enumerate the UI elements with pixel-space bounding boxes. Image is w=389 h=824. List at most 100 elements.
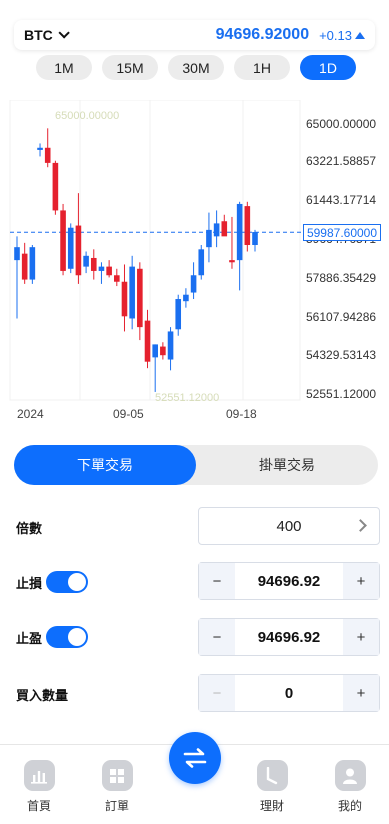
stop-loss-row-label: 止損 xyxy=(16,571,89,593)
candle-body xyxy=(198,249,205,276)
interval-1m[interactable]: 1M xyxy=(36,55,92,80)
swap-button[interactable] xyxy=(169,732,221,784)
leverage-label: 倍數 xyxy=(16,521,43,536)
candle-body xyxy=(75,225,82,276)
candle-body xyxy=(60,210,66,271)
candle-body xyxy=(244,206,251,246)
take-profit-increment-button[interactable]: + xyxy=(343,619,379,655)
quantity-label: 買入數量 xyxy=(16,688,69,703)
take-profit-label: 止盈 xyxy=(16,630,43,646)
take-profit-row-label: 止盈 xyxy=(16,626,89,648)
nav-home-label: 首頁 xyxy=(26,799,51,813)
candle-body xyxy=(160,346,166,356)
quantity-increment-button[interactable]: + xyxy=(343,675,379,711)
candle-body xyxy=(183,294,189,302)
y-tick-label: 65000.00000 xyxy=(306,117,377,131)
nav-orders-label: 訂單 xyxy=(104,799,129,813)
orders-grid-icon xyxy=(101,760,133,791)
stop-loss-increment-button[interactable]: + xyxy=(343,563,379,599)
interval-1d[interactable]: 1D xyxy=(300,55,356,80)
candle-body xyxy=(236,203,243,261)
nav-finance[interactable]: 理財 xyxy=(247,760,297,814)
candle-body xyxy=(37,147,43,150)
candle-body xyxy=(190,275,197,293)
nav-finance-label: 理財 xyxy=(259,799,284,813)
symbol-label: BTC xyxy=(24,27,53,43)
take-profit-stepper: − 94696.92 + xyxy=(198,618,380,656)
trade-mode-tabs: 下單交易 掛單交易 xyxy=(14,445,378,485)
candle-body xyxy=(167,331,174,360)
price-change-value: +0.13 xyxy=(319,27,352,43)
candle-body xyxy=(52,162,59,211)
candle-body xyxy=(114,275,120,282)
ticker-header: BTC 94696.92000 +0.13 xyxy=(14,20,375,50)
interval-15m[interactable]: 15M xyxy=(102,55,158,80)
x-tick-label: 09-05 xyxy=(113,407,144,421)
swap-arrows-icon xyxy=(183,748,207,768)
candle-body xyxy=(83,255,89,267)
stop-loss-input[interactable]: 94696.92 xyxy=(235,563,343,599)
chevron-right-icon xyxy=(354,519,367,532)
finance-clock-icon xyxy=(256,760,288,791)
tab-pending-order[interactable]: 掛單交易 xyxy=(196,445,378,485)
quantity-input[interactable]: 0 xyxy=(235,675,343,711)
y-tick-label: 56107.94286 xyxy=(306,310,377,324)
leverage-value: 400 xyxy=(276,517,302,535)
candle-body xyxy=(175,299,182,330)
nav-profile[interactable]: 我的 xyxy=(325,760,375,814)
quantity-stepper: − 0 + xyxy=(198,674,380,712)
leverage-selector[interactable]: 400 xyxy=(198,507,380,545)
symbol-selector[interactable]: BTC xyxy=(24,27,70,43)
y-tick-label: 54329.53143 xyxy=(306,348,377,362)
candle-body xyxy=(29,247,36,280)
current-price: 94696.92000 xyxy=(215,26,310,43)
candle-body xyxy=(44,147,51,163)
nav-orders[interactable]: 訂單 xyxy=(92,760,142,814)
candle-body xyxy=(106,266,112,276)
interval-30m[interactable]: 30M xyxy=(168,55,224,80)
candle-body xyxy=(129,266,135,319)
take-profit-input[interactable]: 94696.92 xyxy=(235,619,343,655)
chart-high-marker: 65000.00000 xyxy=(55,110,120,122)
candle-body xyxy=(98,266,105,271)
candle-body xyxy=(144,320,151,362)
quantity-decrement-button[interactable]: − xyxy=(199,675,235,711)
candle-body xyxy=(229,260,235,263)
y-tick-label: 52551.12000 xyxy=(306,387,377,401)
candlestick-chart[interactable]: 65000.00000 52551.12000 65000.00000 6322… xyxy=(0,100,389,430)
nav-profile-label: 我的 xyxy=(337,799,362,813)
candle-body xyxy=(90,257,97,271)
candle-body xyxy=(67,227,74,269)
candle-body xyxy=(137,268,143,328)
profile-icon xyxy=(334,760,366,791)
candle-body xyxy=(221,221,228,237)
take-profit-decrement-button[interactable]: − xyxy=(199,619,235,655)
home-chart-icon xyxy=(23,760,55,791)
stop-loss-toggle[interactable] xyxy=(46,571,89,593)
candle-body xyxy=(21,253,28,280)
candle-body xyxy=(252,232,258,246)
take-profit-toggle[interactable] xyxy=(46,626,89,648)
x-tick-label: 2024 xyxy=(17,407,44,421)
nav-home[interactable]: 首頁 xyxy=(14,760,64,814)
x-tick-label: 09-18 xyxy=(226,407,257,421)
last-price-tag: 59987.60000 xyxy=(303,224,381,241)
price-change: +0.13 xyxy=(319,28,365,43)
stop-loss-decrement-button[interactable]: − xyxy=(199,563,235,599)
candle-body xyxy=(14,247,20,261)
candle-body xyxy=(121,281,128,317)
chart-low-marker: 52551.12000 xyxy=(155,392,220,404)
y-tick-label: 63221.58857 xyxy=(306,154,377,168)
chart-canvas xyxy=(9,100,303,401)
candle-body xyxy=(206,229,212,248)
interval-selector: 1M 15M 30M 1H 1D xyxy=(36,55,356,80)
y-tick-label: 61443.17714 xyxy=(306,193,377,207)
tab-market-order[interactable]: 下單交易 xyxy=(14,445,196,485)
y-tick-label: 57886.35429 xyxy=(306,271,377,285)
triangle-up-icon xyxy=(355,31,365,39)
candle-body xyxy=(213,223,220,237)
candle-body xyxy=(152,344,158,358)
stop-loss-label: 止損 xyxy=(16,575,43,591)
interval-1h[interactable]: 1H xyxy=(234,55,290,80)
stop-loss-stepper: − 94696.92 + xyxy=(198,562,380,600)
